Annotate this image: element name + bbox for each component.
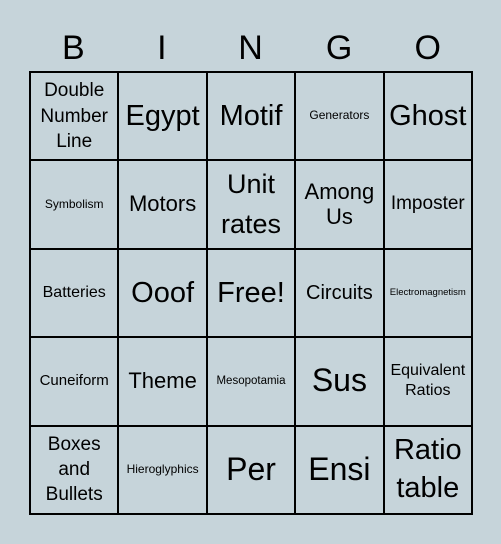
bingo-cell[interactable]: Batteries [30, 248, 119, 338]
bingo-cell[interactable]: Ensi [295, 425, 384, 514]
bingo-cell[interactable]: Cuneiform [30, 337, 119, 426]
bingo-cell[interactable]: Electromagnetism [383, 248, 472, 338]
free-space-cell[interactable]: Free! [206, 248, 296, 338]
bingo-cell[interactable]: Sus [295, 337, 384, 426]
bingo-cell[interactable]: Circuits [295, 248, 384, 338]
bingo-cell[interactable]: Double Number Line [30, 72, 119, 161]
bingo-cell[interactable]: Ooof [118, 248, 207, 338]
bingo-cell[interactable]: Imposter [383, 160, 472, 249]
bingo-cell[interactable]: Per [206, 425, 296, 514]
bingo-cell[interactable]: Ratio table [383, 425, 472, 514]
bingo-cell[interactable]: Boxes and Bullets [30, 425, 119, 514]
header-letter-b: B [61, 29, 85, 67]
bingo-cell[interactable]: Equivalent Ratios [383, 337, 472, 426]
bingo-cell[interactable]: Egypt [118, 72, 207, 161]
bingo-cell[interactable]: Theme [118, 337, 207, 426]
bingo-grid: Double Number Line Egypt Motif Generator… [29, 71, 473, 515]
bingo-cell[interactable]: Hieroglyphics [118, 425, 207, 514]
bingo-cell[interactable]: Symbolism [30, 160, 119, 249]
bingo-cell[interactable]: Generators [295, 72, 384, 161]
header-letter-i: I [157, 29, 167, 67]
bingo-cell[interactable]: Motors [118, 160, 207, 249]
header-letter-n: N [238, 29, 263, 67]
bingo-cell[interactable]: Unit rates [206, 160, 296, 249]
bingo-header: B I N G O [29, 28, 473, 68]
bingo-cell[interactable]: Ghost [383, 72, 472, 161]
header-letter-g: G [325, 29, 353, 67]
bingo-cell[interactable]: Among Us [295, 160, 384, 249]
header-letter-o: O [414, 29, 441, 67]
bingo-cell[interactable]: Motif [206, 72, 296, 161]
bingo-cell[interactable]: Mesopotamia [206, 337, 296, 426]
